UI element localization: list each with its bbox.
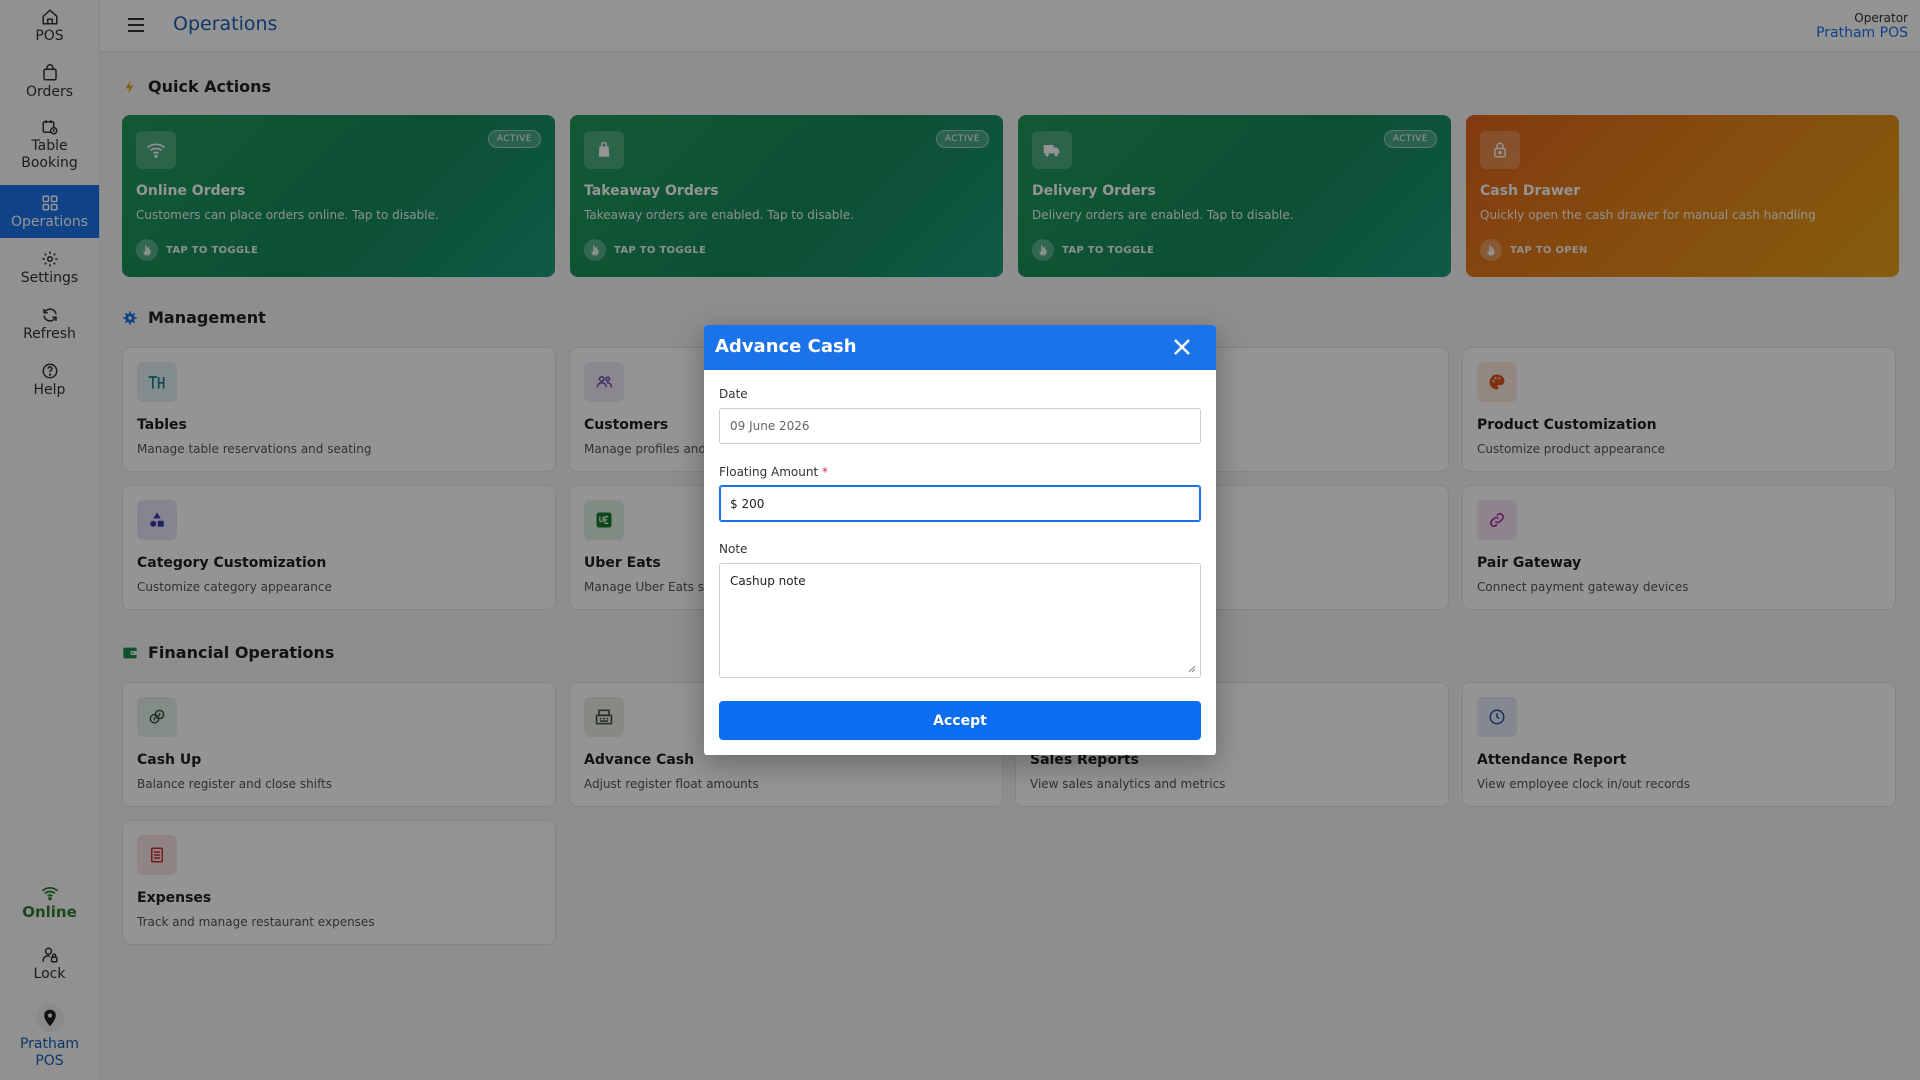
dialog-header: Advance Cash <box>704 325 1216 370</box>
amount-value: 200 <box>741 496 765 511</box>
note-textarea[interactable]: Cashup note <box>719 563 1201 678</box>
required-marker: * <box>822 465 828 479</box>
resize-handle-icon[interactable] <box>1188 665 1196 673</box>
date-label: Date <box>719 387 748 401</box>
accept-button[interactable]: Accept <box>719 701 1201 740</box>
dialog-title: Advance Cash <box>715 336 857 357</box>
advance-cash-dialog: Advance Cash Date 09 June 2026 Floating … <box>704 325 1216 755</box>
currency-prefix: $ <box>730 496 738 511</box>
note-label: Note <box>719 542 748 556</box>
floating-amount-label-text: Floating Amount <box>719 465 819 479</box>
date-field[interactable]: 09 June 2026 <box>719 408 1201 444</box>
floating-amount-label: Floating Amount * <box>719 465 828 479</box>
note-value: Cashup note <box>730 574 806 588</box>
close-icon[interactable] <box>1172 337 1192 357</box>
floating-amount-field[interactable]: $ 200 <box>719 485 1201 522</box>
date-value: 09 June 2026 <box>730 419 810 433</box>
